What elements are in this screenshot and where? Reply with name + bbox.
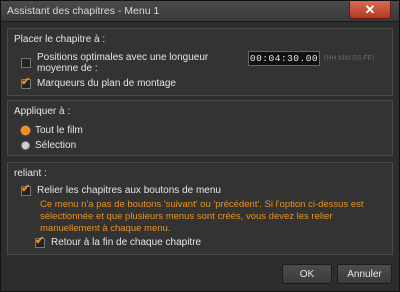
- close-button[interactable]: ✕: [349, 1, 391, 19]
- ok-button[interactable]: OK: [282, 264, 332, 284]
- title-bar: Assistant des chapitres - Menu 1 ✕: [1, 1, 399, 22]
- return-option[interactable]: Retour à la fin de chaque chapitre: [35, 234, 202, 248]
- optimal-positions-label: Positions optimales avec une longueur mo…: [37, 52, 208, 74]
- radio-selection-dot[interactable]: [21, 141, 30, 150]
- apply-title: Appliquer à :: [14, 106, 71, 117]
- window-title: Assistant des chapitres - Menu 1: [7, 5, 160, 17]
- markers-checkbox[interactable]: [21, 75, 31, 89]
- cancel-button[interactable]: Annuler: [337, 264, 392, 284]
- return-checkbox[interactable]: [35, 234, 45, 248]
- optimal-positions-checkbox[interactable]: [21, 58, 31, 68]
- apply-panel: Appliquer à : Tout le film Sélection: [7, 100, 393, 156]
- link-chapters-checkbox[interactable]: [21, 182, 31, 196]
- placement-panel: Placer le chapitre à : Positions optimal…: [7, 28, 393, 96]
- placement-title: Placer le chapitre à :: [14, 34, 106, 45]
- markers-option[interactable]: Marqueurs du plan de montage: [21, 75, 176, 89]
- optimal-label-line1: Positions optimales avec une longueur: [37, 52, 209, 63]
- radio-whole-film-label: Tout le film: [35, 125, 83, 136]
- close-icon: ✕: [364, 1, 376, 17]
- timecode-format-hint: (HH:MM:SS.FF): [324, 55, 375, 62]
- optimal-label-line2: moyenne de :: [37, 63, 98, 74]
- optimal-positions-option[interactable]: Positions optimales avec une longueur mo…: [21, 52, 208, 74]
- link-title: reliant :: [14, 168, 47, 179]
- dialog-window: Assistant des chapitres - Menu 1 ✕ Place…: [0, 0, 400, 292]
- radio-whole-film-dot[interactable]: [21, 126, 30, 135]
- return-label: Retour à la fin de chaque chapitre: [51, 237, 202, 248]
- info-line-1: Ce menu n'a pas de boutons 'suivant' ou …: [40, 199, 364, 210]
- timecode-field[interactable]: 00:04:30.00: [248, 51, 320, 66]
- info-line-2: sélectionnée et que plusieurs menus sont…: [40, 211, 333, 222]
- link-info-text: Ce menu n'a pas de boutons 'suivant' ou …: [40, 199, 380, 235]
- markers-label: Marqueurs du plan de montage: [37, 78, 176, 89]
- radio-selection[interactable]: Sélection: [21, 140, 76, 151]
- radio-selection-label: Sélection: [35, 140, 77, 151]
- info-line-3: manuellement à chaque menu.: [40, 223, 171, 234]
- link-chapters-option[interactable]: Relier les chapitres aux boutons de menu: [21, 182, 221, 196]
- radio-whole-film[interactable]: Tout le film: [21, 125, 83, 136]
- link-chapters-label: Relier les chapitres aux boutons de menu: [37, 185, 221, 196]
